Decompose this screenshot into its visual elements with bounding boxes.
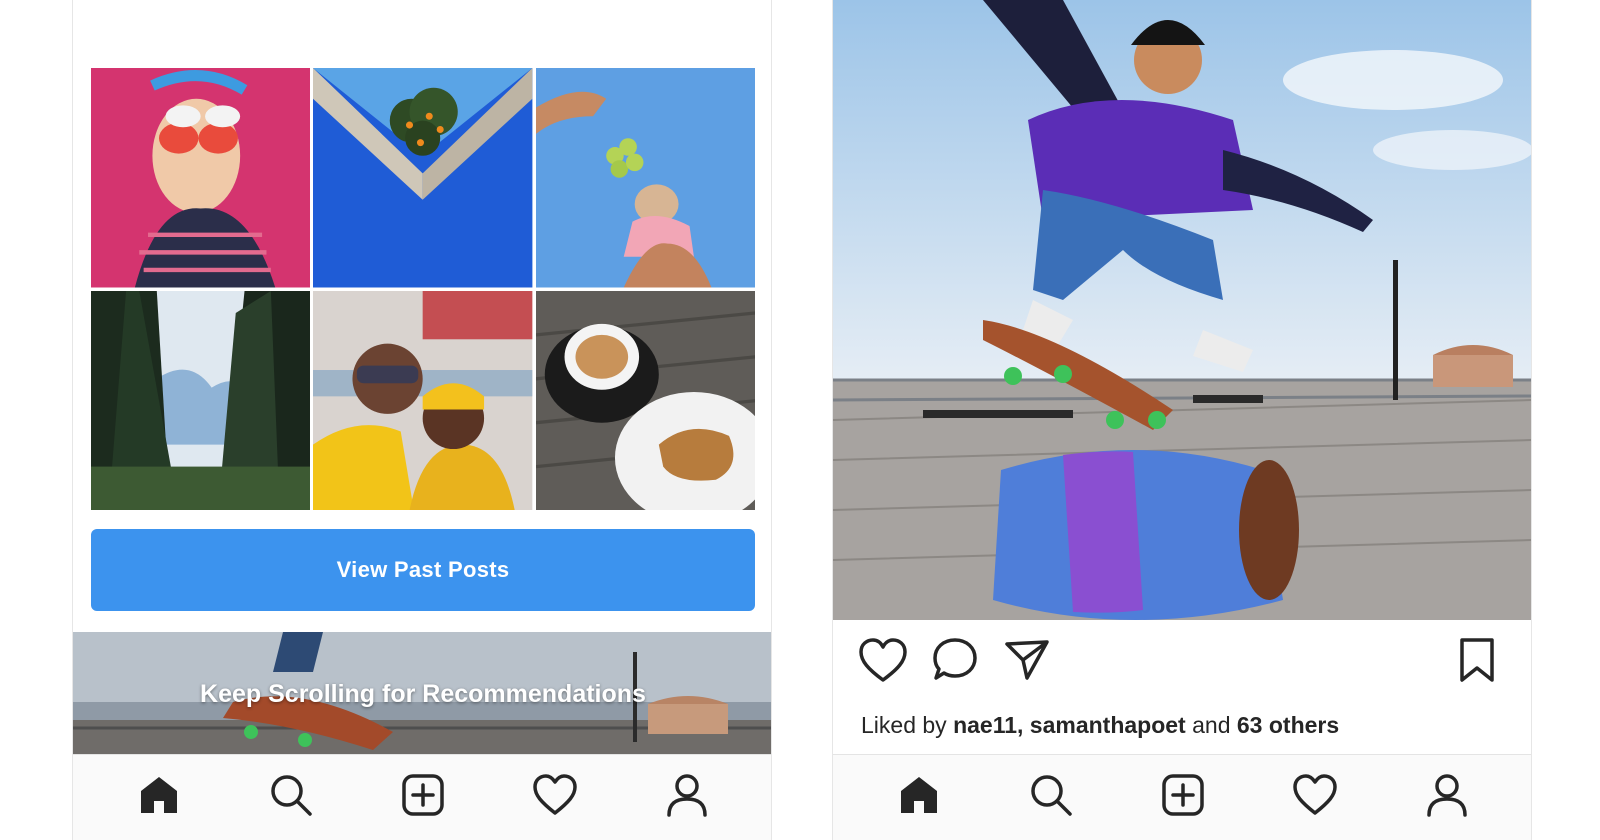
right-phone-screen: Liked by nae11, samanthapoet and 63 othe…: [832, 0, 1532, 840]
tab-add-post[interactable]: [394, 769, 452, 827]
grid-photo-coffee-sandwich[interactable]: [535, 290, 755, 510]
home-icon: [895, 771, 943, 824]
grid-photo-chihuahua-grapes[interactable]: [535, 68, 755, 288]
grid-photo-forest-trees[interactable]: [91, 290, 311, 510]
tab-profile[interactable]: [658, 769, 716, 827]
tab-add-post[interactable]: [1154, 769, 1212, 827]
bottom-tab-bar: [833, 754, 1531, 840]
liked-by-user-nae11[interactable]: nae11,: [953, 712, 1023, 738]
add-post-icon: [1159, 771, 1207, 824]
save-button[interactable]: [1451, 634, 1503, 686]
search-icon: [1027, 771, 1075, 824]
tab-search[interactable]: [1022, 769, 1080, 827]
tab-search[interactable]: [262, 769, 320, 827]
add-post-icon: [399, 771, 447, 824]
activity-heart-icon: [531, 771, 579, 824]
liked-by-prefix: Liked by: [861, 712, 947, 738]
bookmark-icon: [1451, 638, 1503, 690]
grid-photo-orange-tree-wall[interactable]: [313, 68, 533, 288]
liked-by-others[interactable]: 63 others: [1237, 712, 1339, 738]
past-posts-grid: [91, 68, 755, 510]
comment-icon: [929, 638, 981, 690]
tab-activity[interactable]: [526, 769, 584, 827]
paper-plane-icon: [1001, 640, 1053, 690]
recommendations-banner[interactable]: Keep Scrolling for Recommendations: [73, 632, 771, 760]
heart-icon: [857, 638, 909, 690]
tab-home[interactable]: [130, 769, 188, 827]
bottom-tab-bar: [73, 754, 771, 840]
view-past-posts-button[interactable]: View Past Posts: [91, 529, 755, 611]
search-icon: [267, 771, 315, 824]
comment-button[interactable]: [929, 634, 981, 686]
tab-home[interactable]: [890, 769, 948, 827]
like-button[interactable]: [857, 634, 909, 686]
grid-photo-friends-selfie[interactable]: [313, 290, 533, 510]
liked-by-user-samanthapoet[interactable]: samanthapoet: [1030, 712, 1186, 738]
profile-icon: [1423, 771, 1471, 824]
liked-by-and: and: [1192, 712, 1231, 738]
home-icon: [135, 771, 183, 824]
tab-profile[interactable]: [1418, 769, 1476, 827]
recommendations-label: Keep Scrolling for Recommendations: [200, 680, 646, 708]
post-action-bar: [833, 620, 1531, 700]
share-button[interactable]: [1001, 634, 1053, 686]
profile-icon: [663, 771, 711, 824]
post-photo-skateboarder[interactable]: [833, 0, 1531, 620]
left-phone-screen: View Past Posts Keep Scrolling for Recom…: [72, 0, 772, 840]
activity-heart-icon: [1291, 771, 1339, 824]
liked-by-line: Liked by nae11, samanthapoet and 63 othe…: [861, 712, 1339, 739]
grid-photo-glasses-portrait[interactable]: [91, 68, 311, 288]
tab-activity[interactable]: [1286, 769, 1344, 827]
